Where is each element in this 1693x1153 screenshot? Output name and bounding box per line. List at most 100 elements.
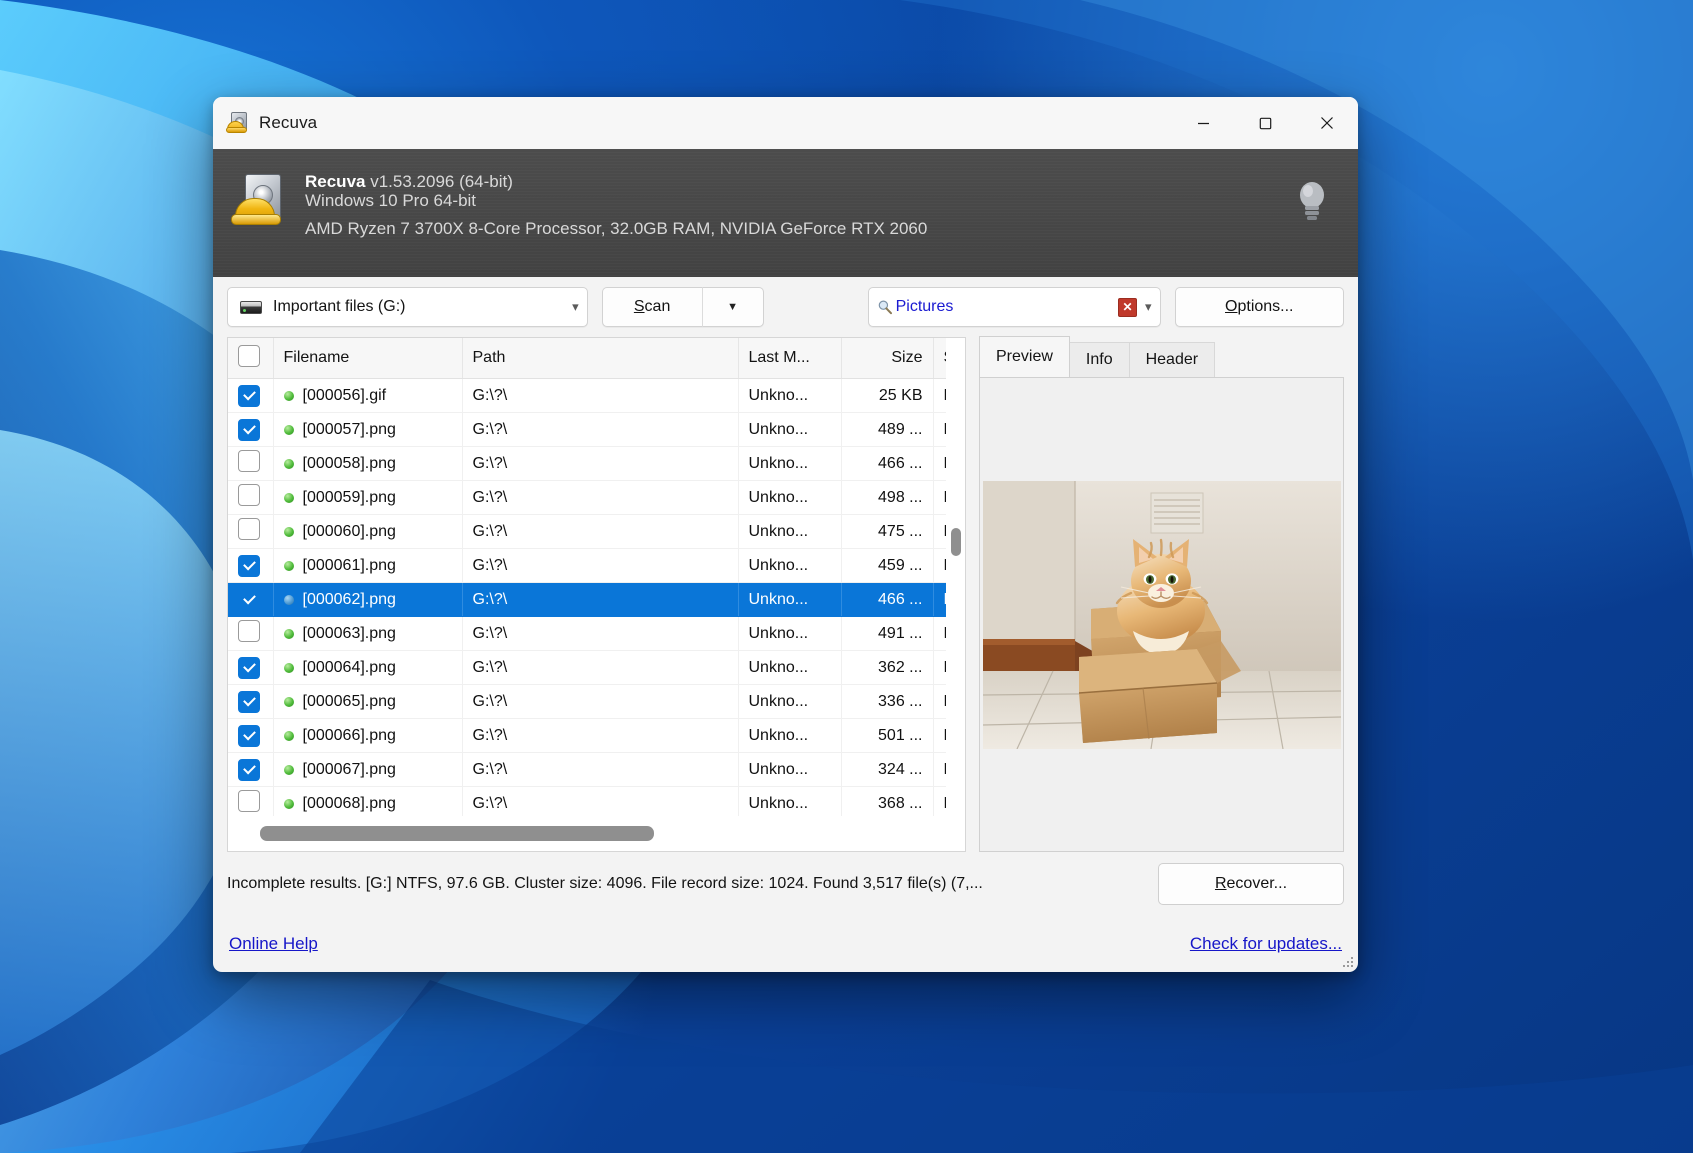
row-checkbox[interactable]	[238, 620, 260, 642]
tab-info[interactable]: Info	[1068, 342, 1130, 377]
row-checkbox[interactable]	[238, 724, 260, 747]
online-help-link[interactable]: Online Help	[229, 934, 318, 954]
table-row[interactable]: [000063].png G:\?\Unkno...491 ...Ex	[228, 616, 946, 651]
recovery-state-dot-icon	[283, 764, 294, 775]
vertical-scrollbar-thumb[interactable]	[951, 528, 961, 556]
search-icon	[878, 300, 892, 315]
row-checkbox[interactable]	[238, 554, 260, 577]
app-name: Recuva	[305, 172, 366, 191]
close-icon[interactable]	[1296, 97, 1358, 149]
drive-icon	[240, 300, 262, 314]
row-checkbox-cell[interactable]	[228, 650, 274, 685]
row-checkbox-cell[interactable]	[228, 582, 274, 617]
status-text: Incomplete results. [G:] NTFS, 97.6 GB. …	[227, 875, 983, 892]
app-version-line: Recuva v1.53.2096 (64-bit)	[305, 171, 927, 192]
row-checkbox[interactable]	[238, 484, 260, 506]
filename-text: [000061].png	[302, 556, 396, 574]
row-checkbox-cell[interactable]	[228, 412, 274, 447]
table-row[interactable]: [000067].png G:\?\Unkno...324 ...Ex	[228, 752, 946, 787]
filter-select[interactable]: Pictures ✕ ▾	[867, 287, 1161, 327]
drive-select[interactable]: Important files (G:) ▾	[227, 287, 588, 327]
scan-dropdown-button[interactable]: ▼	[701, 287, 764, 327]
filename-text: [000062].png	[302, 590, 396, 608]
table-row[interactable]: [000065].png G:\?\Unkno...336 ...Ex	[228, 684, 946, 719]
cell-size: 25 KB	[841, 378, 934, 413]
cell-size: 324 ...	[841, 752, 934, 787]
recovery-state-dot-icon	[283, 798, 294, 809]
tab-preview[interactable]: Preview	[979, 336, 1070, 377]
preview-body	[979, 377, 1344, 852]
recovery-state-dot-icon	[283, 696, 294, 707]
row-checkbox-cell[interactable]	[228, 480, 274, 515]
maximize-icon[interactable]	[1234, 97, 1296, 149]
cell-path: G:\?\	[462, 514, 739, 549]
filename-text: [000056].gif	[302, 386, 387, 404]
filename-text: [000059].png	[302, 488, 396, 506]
recover-label-rest: ecover...	[1226, 875, 1288, 892]
column-header-last-modified[interactable]: Last M...	[738, 338, 842, 379]
cell-path: G:\?\	[462, 616, 739, 651]
row-checkbox-cell[interactable]	[228, 752, 274, 787]
row-checkbox[interactable]	[238, 758, 260, 781]
cell-size: 459 ...	[841, 548, 934, 583]
scan-button-group: Scan ▼	[601, 287, 764, 327]
cell-filename: [000058].png	[273, 446, 463, 481]
table-row[interactable]: [000057].png G:\?\Unkno...489 ...Ex	[228, 412, 946, 447]
column-header-size[interactable]: Size	[841, 338, 934, 379]
table-row[interactable]: [000068].png G:\?\Unkno...368 ...Ex	[228, 786, 946, 816]
options-button[interactable]: Options...	[1174, 287, 1344, 327]
lightbulb-icon[interactable]	[1294, 179, 1330, 223]
row-checkbox-cell[interactable]	[228, 446, 274, 481]
row-checkbox[interactable]	[238, 384, 260, 407]
table-row[interactable]: [000064].png G:\?\Unkno...362 ...Ex	[228, 650, 946, 685]
clear-filter-icon[interactable]: ✕	[1117, 297, 1137, 317]
column-header-filename[interactable]: Filename	[273, 338, 463, 379]
select-all-checkbox[interactable]	[238, 344, 260, 367]
title-bar-left: Recuva	[213, 112, 317, 134]
horizontal-scrollbar-thumb[interactable]	[260, 826, 654, 841]
vertical-scrollbar[interactable]	[946, 338, 965, 816]
row-checkbox[interactable]	[238, 588, 260, 611]
row-checkbox[interactable]	[238, 518, 260, 540]
row-checkbox-cell[interactable]	[228, 718, 274, 753]
select-all-header[interactable]	[228, 338, 274, 379]
cell-last-modified: Unkno...	[738, 582, 842, 617]
table-row[interactable]: [000059].png G:\?\Unkno...498 ...Ex	[228, 480, 946, 515]
row-checkbox[interactable]	[238, 656, 260, 679]
row-checkbox-cell[interactable]	[228, 684, 274, 719]
cell-size: 489 ...	[841, 412, 934, 447]
cell-filename: [000060].png	[273, 514, 463, 549]
column-header-path[interactable]: Path	[462, 338, 739, 379]
column-header-state[interactable]: St	[933, 338, 946, 379]
row-checkbox-cell[interactable]	[228, 786, 274, 816]
options-accel: O	[1225, 298, 1238, 315]
horizontal-scrollbar[interactable]	[228, 816, 965, 851]
row-checkbox-cell[interactable]	[228, 378, 274, 413]
recover-button[interactable]: Recover...	[1158, 863, 1344, 905]
scan-button[interactable]: Scan	[601, 287, 702, 327]
cell-size: 466 ...	[841, 582, 934, 617]
cell-state: Ex	[933, 650, 946, 685]
table-row[interactable]: [000056].gif G:\?\Unkno...25 KBEx	[228, 378, 946, 413]
cell-last-modified: Unkno...	[738, 650, 842, 685]
minimize-icon[interactable]	[1172, 97, 1234, 149]
check-for-updates-link[interactable]: Check for updates...	[1190, 934, 1342, 954]
cell-size: 466 ...	[841, 446, 934, 481]
row-checkbox[interactable]	[238, 790, 260, 812]
table-row[interactable]: [000061].png G:\?\Unkno...459 ...Ex	[228, 548, 946, 583]
row-checkbox[interactable]	[238, 418, 260, 441]
row-checkbox[interactable]	[238, 690, 260, 713]
main-content: Filename Path Last M... Size St [000056]…	[213, 336, 1358, 852]
table-row[interactable]: [000060].png G:\?\Unkno...475 ...Ex	[228, 514, 946, 549]
row-checkbox-cell[interactable]	[228, 514, 274, 549]
preview-panel: Preview Info Header	[979, 336, 1344, 852]
row-checkbox-cell[interactable]	[228, 548, 274, 583]
filename-text: [000067].png	[302, 760, 396, 778]
row-checkbox[interactable]	[238, 450, 260, 472]
table-row[interactable]: [000062].png G:\?\Unkno...466 ...Ex	[228, 582, 946, 617]
tab-header[interactable]: Header	[1128, 342, 1216, 377]
resize-grip-icon[interactable]	[1341, 955, 1354, 968]
table-row[interactable]: [000058].png G:\?\Unkno...466 ...Ex	[228, 446, 946, 481]
row-checkbox-cell[interactable]	[228, 616, 274, 651]
table-row[interactable]: [000066].png G:\?\Unkno...501 ...Ex	[228, 718, 946, 753]
